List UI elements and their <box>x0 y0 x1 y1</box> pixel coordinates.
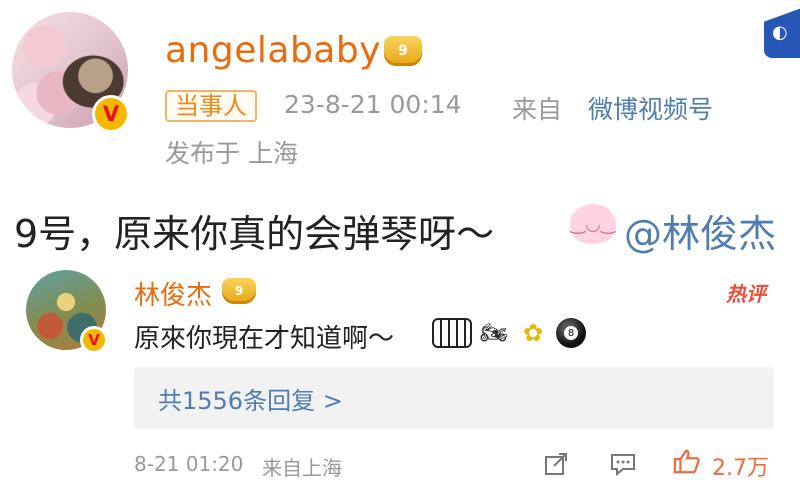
motorcycle-emoji-icon: 🏍 <box>480 320 508 346</box>
post-from-label: 来自 <box>512 95 563 124</box>
like-icon[interactable] <box>673 447 701 475</box>
crown-level: 9 <box>398 43 408 59</box>
share-icon[interactable] <box>542 450 570 478</box>
post-time: 23-8-21 00:14 <box>284 90 462 119</box>
crown-badge-icon: 9 <box>384 36 422 66</box>
post-text: 9号，原来你真的会弹琴呀～ <box>14 212 495 256</box>
eight-ball-number: 8 <box>564 326 578 340</box>
comment-username[interactable]: 林俊杰 <box>134 275 212 312</box>
comment-verified-mark: V <box>88 331 100 349</box>
eight-ball-emoji-icon: 8 <box>556 318 586 348</box>
mention-link[interactable]: @林俊杰 <box>624 203 776 258</box>
hot-comment-label: 热评 <box>726 282 766 306</box>
verified-mark: V <box>102 102 120 126</box>
party-tag: 当事人 <box>165 90 257 122</box>
post-source-link[interactable]: 微博视频号 <box>588 90 713 126</box>
like-icon-svg <box>673 449 700 474</box>
post-username[interactable]: angelababy <box>165 30 381 71</box>
comment-crown-badge-icon: 9 <box>222 278 256 304</box>
comment-icon-svg <box>611 454 635 477</box>
comment-time: 8-21 01:20 <box>134 452 244 476</box>
comment-icon[interactable] <box>609 450 637 478</box>
post-location: 发布于 上海 <box>165 139 298 168</box>
share-icon-svg <box>545 453 567 475</box>
comment-location: 来自上海 <box>262 456 342 480</box>
verified-icon: V <box>92 95 130 133</box>
comment-verified-icon: V <box>80 326 108 354</box>
replies-link[interactable]: 共1556条回复 > <box>158 381 343 416</box>
piano-emoji-icon <box>432 318 472 348</box>
corner-badge-icon: ◐ <box>772 22 788 43</box>
bunny-emoji-icon: ‿◡‿ <box>570 204 616 244</box>
comment-crown-level: 9 <box>234 284 244 298</box>
corner-badge: ◐ <box>764 0 800 58</box>
like-count: 2.7万 <box>712 456 769 481</box>
comment-text: 原來你現在才知道啊～ <box>134 324 395 354</box>
bouquet-emoji-icon: ✿ <box>522 319 544 347</box>
